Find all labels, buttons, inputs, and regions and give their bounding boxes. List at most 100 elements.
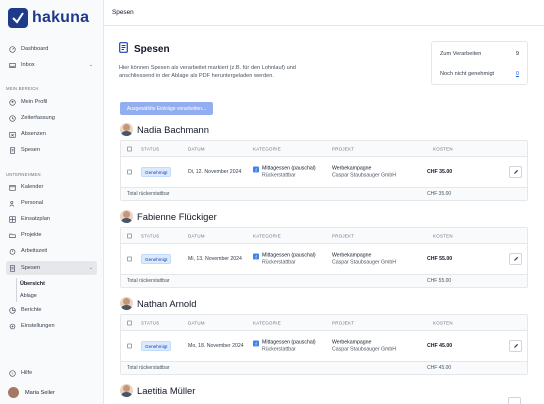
clock-icon — [8, 114, 16, 122]
category-sub: Rückerstattbar — [262, 259, 296, 266]
category-sub: Rückerstattbar — [262, 346, 296, 353]
stat-value-link[interactable]: 0 — [516, 71, 519, 77]
avatar — [120, 209, 133, 223]
chevron-down-icon: ⌄ — [88, 265, 93, 271]
process-selected-button[interactable]: Ausgewählte Einträge verarbeiten... — [120, 102, 213, 115]
project-name: Werbekampagne — [332, 252, 372, 259]
user-profile[interactable]: Maria Seiler — [8, 387, 55, 398]
sidebar-item-label: Spesen — [21, 265, 40, 271]
sidebar-item-profile[interactable]: Mein Profil — [6, 95, 97, 109]
stat-label: Zum Verarbeiten — [440, 51, 482, 57]
gear-icon — [8, 322, 16, 330]
svg-text:?: ? — [11, 371, 13, 375]
edit-button[interactable] — [509, 340, 522, 352]
expense-table: STATUS DATUM KATEGORIE PROJEKT KOSTEN Ge… — [120, 140, 528, 201]
sidebar-item-label: Einstellungen — [21, 323, 55, 329]
sidebar-item-schedule[interactable]: Einsatzplan — [6, 212, 97, 226]
person-group: Nadia Bachmann STATUS DATUM KATEGORIE PR… — [120, 122, 528, 201]
sidebar-item-help[interactable]: ? Hilfe — [6, 366, 97, 380]
sidebar-item-label: Kalender — [21, 184, 44, 190]
row-checkbox[interactable] — [127, 169, 132, 175]
receipt-icon — [8, 264, 16, 272]
stat-label: Noch nicht genehmigt — [440, 71, 495, 77]
table-footer: Total rückerstattbar CHF 55.00 — [121, 275, 527, 287]
sidebar-subitem-archive[interactable]: Ablage — [20, 293, 37, 299]
person-name: Nathan Arnold — [137, 297, 197, 309]
project-client: Caspar Staubsauger GmbH — [332, 259, 397, 266]
chart-icon — [8, 306, 16, 314]
table-row[interactable]: Genehmigt Mi, 13. November 2024 🍴 Mittag… — [121, 244, 527, 275]
column-header-cost: KOSTEN — [433, 146, 453, 151]
row-project: Werbekampagne Caspar Staubsauger GmbH — [332, 166, 396, 179]
sidebar-item-label: Hilfe — [21, 370, 33, 376]
column-header-date: DATUM — [188, 320, 205, 325]
person-name: Fabienne Flückiger — [137, 210, 217, 222]
sidebar-item-expenses[interactable]: Spesen ⌄ — [6, 261, 97, 275]
column-header-date: DATUM — [188, 146, 205, 151]
sidebar-item-label: Dashboard — [21, 46, 49, 52]
sidebar-subitem-overview[interactable]: Übersicht — [20, 281, 45, 287]
sidebar-item-calendar[interactable]: Kalender — [6, 180, 97, 194]
dashboard-icon — [8, 45, 16, 53]
avatar — [120, 296, 133, 310]
select-all-checkbox[interactable] — [127, 320, 132, 325]
total-label: Total rückerstattbar — [127, 365, 170, 371]
logo-text: hakuna — [32, 9, 90, 26]
avatar — [120, 122, 133, 136]
sidebar-item-dashboard[interactable]: Dashboard — [6, 42, 97, 56]
status-badge: Genehmigt — [141, 167, 172, 177]
row-date: Mi, 13. November 2024 — [188, 256, 242, 262]
sidebar-item-label: Projekte — [21, 232, 42, 238]
sidebar: hakuna Dashboard Inbox ⌄ MEIN BEREICH Me… — [0, 0, 104, 404]
category-sub: Rückerstattbar — [262, 172, 296, 179]
person-group: Nathan Arnold STATUS DATUM KATEGORIE PRO… — [120, 296, 528, 375]
column-header-cost: KOSTEN — [433, 320, 453, 325]
column-header-category: KATEGORIE — [253, 320, 281, 325]
avatar — [120, 383, 133, 397]
total-amount: CHF 45.00 — [427, 365, 452, 371]
row-amount: CHF 35.00 — [427, 169, 453, 175]
row-category: 🍴 Mittagessen (pauschal) Rückerstattbar — [253, 166, 316, 179]
pencil-icon — [513, 343, 518, 348]
sidebar-item-inbox[interactable]: Inbox ⌄ — [6, 58, 97, 72]
sidebar-item-working-time[interactable]: Arbeitszeit — [6, 244, 97, 258]
inbox-icon — [8, 61, 16, 69]
sidebar-item-projects[interactable]: Projekte — [6, 228, 97, 242]
status-badge: Genehmigt — [141, 341, 172, 351]
stat-not-approved: Noch nicht genehmigt 0 — [440, 67, 519, 81]
row-date: Mo, 18. November 2024 — [188, 343, 244, 349]
stats-card: Zum Verarbeiten 9 Noch nicht genehmigt 0 — [431, 41, 528, 85]
meal-icon: 🍴 — [253, 166, 259, 173]
table-row[interactable]: Genehmigt Mo, 18. November 2024 🍴 Mittag… — [121, 331, 527, 362]
sidebar-item-my-expenses[interactable]: Spesen — [6, 143, 97, 157]
person-group: Fabienne Flückiger STATUS DATUM KATEGORI… — [120, 209, 528, 288]
stat-value: 9 — [515, 51, 519, 57]
users-icon — [8, 199, 16, 207]
table-row[interactable]: Genehmigt Di, 12. November 2024 🍴 Mittag… — [121, 157, 527, 188]
sidebar-item-settings[interactable]: Einstellungen — [6, 319, 97, 333]
sidebar-item-reports[interactable]: Berichte — [6, 303, 97, 317]
row-checkbox[interactable] — [127, 256, 132, 262]
topbar: Spesen — [104, 0, 544, 26]
row-category: 🍴 Mittagessen (pauschal) Rückerstattbar — [253, 253, 316, 266]
edit-button[interactable] — [509, 253, 522, 265]
edit-button[interactable] — [508, 397, 521, 404]
select-all-checkbox[interactable] — [127, 146, 132, 151]
expense-table: STATUS DATUM KATEGORIE PROJEKT KOSTEN Ge… — [120, 227, 528, 288]
stat-to-process: Zum Verarbeiten 9 — [440, 47, 519, 61]
select-all-checkbox[interactable] — [127, 233, 132, 238]
app-logo[interactable]: hakuna — [8, 8, 89, 28]
sidebar-item-staff[interactable]: Personal — [6, 196, 97, 210]
user-name: Maria Seiler — [25, 389, 55, 396]
project-client: Caspar Staubsauger GmbH — [332, 172, 397, 179]
help-icon: ? — [8, 369, 16, 377]
sidebar-item-absences[interactable]: Absenzen — [6, 127, 97, 141]
page-title: Spesen — [134, 43, 170, 55]
column-header-project: PROJEKT — [332, 146, 355, 151]
sidebar-item-label: Spesen — [21, 147, 40, 153]
row-checkbox[interactable] — [127, 343, 132, 349]
sidebar-item-time-tracking[interactable]: Zeiterfassung — [6, 111, 97, 125]
sidebar-item-label: Absenzen — [21, 131, 46, 137]
edit-button[interactable] — [509, 166, 522, 178]
timer-icon — [8, 247, 16, 255]
